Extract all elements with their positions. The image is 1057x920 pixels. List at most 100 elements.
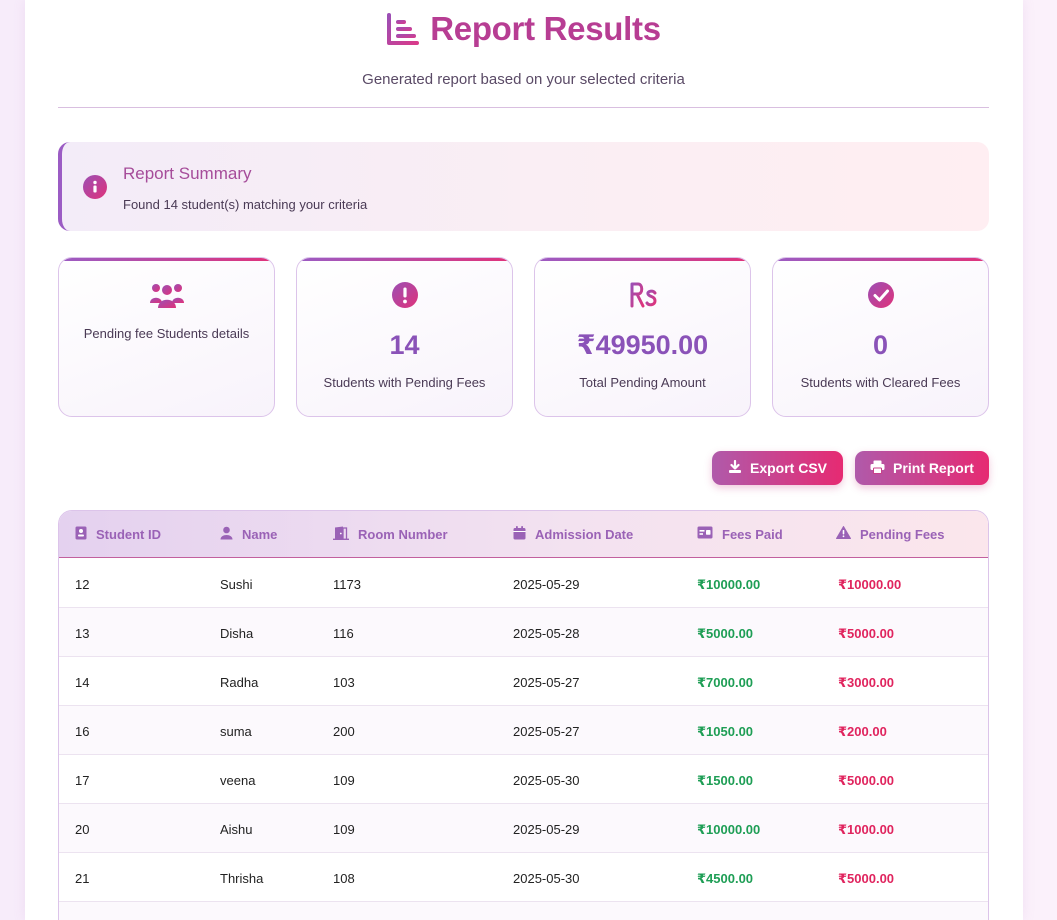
cell-room-number: 1173: [333, 577, 361, 592]
cell-student-id: 17: [75, 773, 90, 788]
cell-student-id: 16: [75, 724, 90, 739]
exclamation-circle-icon: [297, 280, 512, 310]
stat-card-cleared: 0 Students with Cleared Fees: [772, 257, 989, 417]
cell-pending-fees: ₹10000.00: [838, 577, 902, 592]
id-badge-icon: [75, 526, 87, 543]
header-divider: [58, 107, 989, 108]
users-icon: [59, 280, 274, 310]
table-header: Student ID Name Room Number Admission Da…: [59, 511, 988, 558]
cell-room-number: 109: [333, 773, 355, 788]
cell-pending-fees: ₹1000.00: [838, 822, 895, 837]
cell-name: Aishu: [220, 822, 253, 837]
table-row: 16 suma 200 2025-05-27 ₹1050.00 ₹200.00: [59, 706, 988, 755]
cell-fees-paid: ₹10000.00: [697, 822, 761, 837]
stat-label: Pending fee Students details: [83, 326, 250, 341]
stat-card-students-details: Pending fee Students details: [58, 257, 275, 417]
cell-name: suma: [220, 724, 252, 739]
cell-fees-paid: ₹4500.00: [697, 871, 754, 886]
info-icon: [83, 175, 107, 199]
cell-room-number: 200: [333, 724, 355, 739]
cell-fees-paid: ₹7000.00: [697, 675, 754, 690]
check-circle-icon: [773, 280, 988, 310]
table-row: 12 Sushi 1173 2025-05-29 ₹10000.00 ₹1000…: [59, 559, 988, 608]
stat-label: Students with Pending Fees: [323, 375, 486, 390]
export-csv-button[interactable]: Export CSV: [712, 451, 843, 485]
cell-room-number: 108: [333, 871, 355, 886]
cell-pending-fees: ₹5000.00: [838, 773, 895, 788]
cell-student-id: 21: [75, 871, 90, 886]
door-icon: [333, 526, 349, 543]
stat-value: 14: [389, 330, 420, 360]
cell-admission-date: 2025-05-27: [513, 675, 580, 690]
page-subtitle: Generated report based on your selected …: [362, 71, 685, 88]
column-header-student-id[interactable]: Student ID: [75, 526, 161, 543]
print-report-label: Print Report: [893, 460, 974, 476]
cell-name: Disha: [220, 626, 254, 641]
cell-pending-fees: ₹5000.00: [838, 626, 895, 641]
cell-fees-paid: ₹1050.00: [697, 724, 754, 739]
cell-fees-paid: ₹5000.00: [697, 626, 754, 641]
cell-admission-date: 2025-05-30: [513, 773, 580, 788]
cell-student-id: 20: [75, 822, 90, 837]
table-row: [59, 902, 988, 920]
export-csv-label: Export CSV: [749, 460, 827, 476]
cell-admission-date: 2025-05-27: [513, 724, 580, 739]
user-icon: [220, 526, 233, 543]
cell-admission-date: 2025-05-30: [513, 871, 580, 886]
cell-name: veena: [220, 773, 256, 788]
students-table: Student ID Name Room Number Admission Da…: [58, 510, 989, 920]
print-report-button[interactable]: Print Report: [855, 451, 989, 485]
stat-label: Total Pending Amount: [579, 375, 706, 390]
report-page: Report Results Generated report based on…: [25, 0, 1023, 920]
stat-value: 0: [872, 330, 889, 360]
cell-student-id: 12: [75, 577, 90, 592]
stat-cards: Pending fee Students details 14 Students…: [58, 257, 989, 417]
cell-room-number: 109: [333, 822, 355, 837]
page-title: Report Results: [430, 10, 661, 47]
column-header-label: Fees Paid: [722, 526, 783, 542]
money-card-icon: [697, 526, 713, 542]
cell-admission-date: 2025-05-28: [513, 626, 580, 641]
calendar-icon: [513, 526, 526, 543]
column-header-fees-paid[interactable]: Fees Paid: [697, 526, 783, 542]
cell-fees-paid: ₹1500.00: [697, 773, 754, 788]
column-header-name[interactable]: Name: [220, 526, 277, 543]
table-row: 13 Disha 116 2025-05-28 ₹5000.00 ₹5000.0…: [59, 608, 988, 657]
cell-admission-date: 2025-05-29: [513, 577, 580, 592]
rupee-sign-icon: [535, 280, 750, 310]
column-header-label: Pending Fees: [860, 526, 945, 542]
stat-value: ₹49950.00: [576, 330, 709, 360]
cell-name: Radha: [220, 675, 259, 690]
print-icon: [870, 460, 885, 477]
column-header-pending-fees[interactable]: Pending Fees: [836, 526, 945, 542]
column-header-room-number[interactable]: Room Number: [333, 526, 448, 543]
column-header-label: Admission Date: [535, 527, 634, 542]
stat-card-total-pending: ₹49950.00 Total Pending Amount: [534, 257, 751, 417]
stat-card-pending-students: 14 Students with Pending Fees: [296, 257, 513, 417]
warning-icon: [836, 526, 851, 542]
summary-title: Report Summary: [123, 164, 252, 183]
cell-fees-paid: ₹10000.00: [697, 577, 761, 592]
table-row: 17 veena 109 2025-05-30 ₹1500.00 ₹5000.0…: [59, 755, 988, 804]
column-header-admission-date[interactable]: Admission Date: [513, 526, 633, 543]
chart-bar-icon: [386, 12, 420, 46]
report-summary: Report Summary Found 14 student(s) match…: [58, 142, 989, 231]
column-header-label: Student ID: [96, 527, 161, 542]
cell-room-number: 116: [333, 626, 354, 641]
cell-student-id: 13: [75, 626, 90, 641]
summary-text: Found 14 student(s) matching your criter…: [123, 197, 368, 212]
table-row: 20 Aishu 109 2025-05-29 ₹10000.00 ₹1000.…: [59, 804, 988, 853]
column-header-label: Room Number: [358, 527, 448, 542]
cell-admission-date: 2025-05-29: [513, 822, 580, 837]
page-header: Report Results: [58, 8, 989, 50]
cell-name: Thrisha: [220, 871, 264, 886]
cell-name: Sushi: [220, 577, 253, 592]
column-header-label: Name: [242, 527, 278, 542]
stat-label: Students with Cleared Fees: [800, 375, 961, 390]
cell-pending-fees: ₹200.00: [838, 724, 887, 739]
cell-room-number: 103: [333, 675, 355, 690]
cell-pending-fees: ₹3000.00: [838, 675, 895, 690]
table-row: 21 Thrisha 108 2025-05-30 ₹4500.00 ₹5000…: [59, 853, 988, 902]
download-icon: [728, 459, 742, 477]
table-row: 14 Radha 103 2025-05-27 ₹7000.00 ₹3000.0…: [59, 657, 988, 706]
